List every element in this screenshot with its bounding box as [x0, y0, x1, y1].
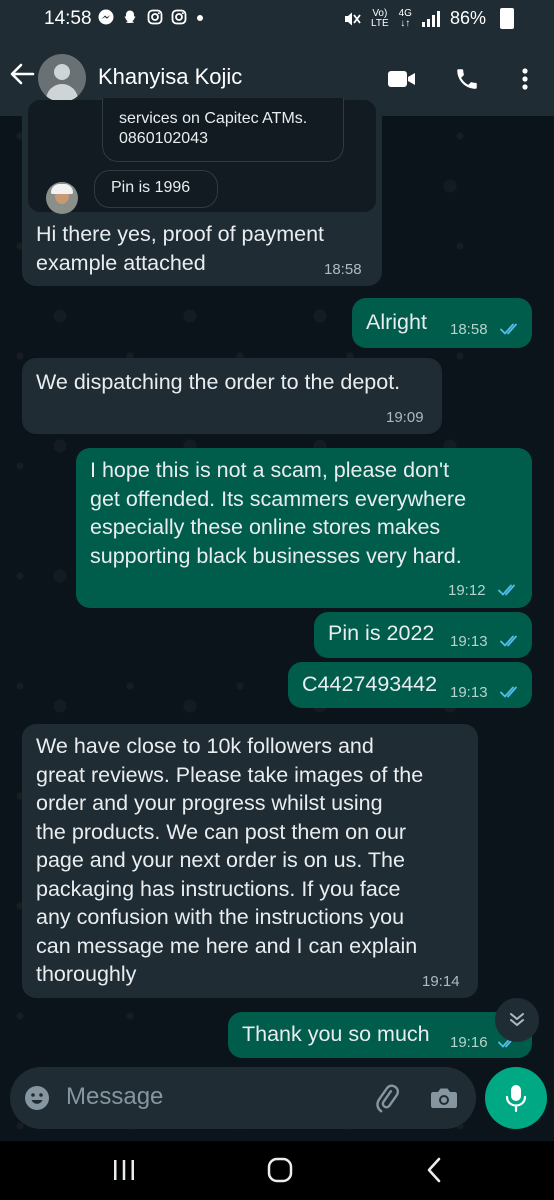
status-bar: 14:58 Vo) LTE 4G ↓↑ 86%	[0, 0, 554, 40]
sender-avatar	[46, 182, 78, 214]
message-incoming[interactable]: We dispatching the order to the depot. 1…	[22, 358, 442, 434]
back-arrow-icon[interactable]	[8, 60, 38, 96]
quoted-number: 0860102043	[119, 130, 208, 147]
message-time: 19:09	[386, 409, 424, 426]
mute-icon	[345, 12, 361, 25]
message-time: 19:13	[450, 684, 488, 701]
video-call-icon[interactable]	[387, 64, 417, 94]
attach-icon[interactable]	[372, 1083, 402, 1113]
message-text: Pin is 2022	[328, 621, 435, 645]
read-ticks-icon	[500, 686, 517, 698]
scroll-to-bottom-button[interactable]	[495, 998, 539, 1042]
message-text: We have close to 10k followers and great…	[36, 734, 424, 986]
read-ticks-icon	[500, 635, 517, 647]
messenger-icon	[98, 9, 114, 25]
message-time: 18:58	[450, 321, 488, 338]
status-time: 14:58	[44, 8, 92, 29]
notification-icons	[98, 9, 204, 30]
back-icon[interactable]	[414, 1155, 454, 1185]
message-time: 19:12	[448, 582, 486, 599]
quoted-pin: Pin is 1996	[111, 179, 191, 196]
message-incoming[interactable]: We have close to 10k followers and great…	[22, 724, 478, 998]
voice-message-button[interactable]	[485, 1067, 547, 1129]
message-time: 19:16	[450, 1034, 488, 1051]
battery-icon	[500, 8, 514, 29]
read-ticks-icon	[500, 323, 517, 335]
message-outgoing[interactable]: Alright 18:58	[352, 298, 532, 348]
quoted-text-chip: services on Capitec ATMs. 0860102043	[102, 98, 344, 162]
camera-icon[interactable]	[430, 1085, 458, 1111]
contact-name[interactable]: Khanyisa Kojic	[98, 64, 242, 90]
snapchat-icon	[124, 10, 137, 23]
message-text: I hope this is not a scam, please don't …	[90, 458, 467, 568]
message-outgoing[interactable]: Thank you so much 19:16	[228, 1012, 532, 1058]
more-notifications-dot-icon	[196, 15, 203, 21]
message-outgoing[interactable]: C4427493442 19:13	[288, 662, 532, 708]
quoted-text: services on Capitec ATMs.	[119, 110, 308, 127]
message-outgoing[interactable]: Pin is 2022 19:13	[314, 612, 532, 658]
attachment-preview[interactable]: services on Capitec ATMs. 0860102043 Pin…	[28, 98, 376, 212]
network-indicator: 4G ↓↑	[398, 7, 412, 29]
read-ticks-icon	[498, 584, 515, 596]
recent-apps-icon[interactable]	[104, 1155, 144, 1185]
message-outgoing[interactable]: I hope this is not a scam, please don't …	[76, 448, 532, 608]
quoted-pin-chip: Pin is 1996	[94, 170, 218, 208]
message-time: 18:58	[324, 261, 362, 278]
message-text: Alright	[366, 310, 427, 334]
message-text: C4427493442	[302, 672, 438, 696]
system-navigation-bar	[0, 1141, 554, 1200]
message-text: Hi there yes, proof of payment example a…	[36, 222, 325, 275]
message-time: 19:14	[422, 973, 460, 990]
instagram-icon	[147, 9, 163, 25]
double-chevron-down-icon	[510, 1013, 524, 1026]
microphone-icon	[505, 1085, 527, 1113]
contact-avatar[interactable]	[38, 54, 86, 102]
message-input[interactable]: Message	[66, 1083, 163, 1111]
message-text: We dispatching the order to the depot.	[36, 370, 401, 394]
voice-call-icon[interactable]	[452, 64, 482, 94]
instagram-icon	[171, 9, 187, 25]
more-options-icon[interactable]	[510, 64, 540, 94]
home-icon[interactable]	[260, 1155, 300, 1185]
battery-percent: 86%	[449, 8, 486, 28]
status-right: Vo) LTE 4G ↓↑ 86%	[343, 8, 514, 29]
volte-indicator: Vo) LTE	[371, 7, 389, 29]
signal-icon	[421, 10, 440, 27]
emoji-icon[interactable]	[24, 1085, 50, 1111]
message-text: Thank you so much	[242, 1022, 430, 1046]
message-time: 19:13	[450, 633, 488, 650]
message-composer[interactable]: Message	[10, 1067, 476, 1129]
